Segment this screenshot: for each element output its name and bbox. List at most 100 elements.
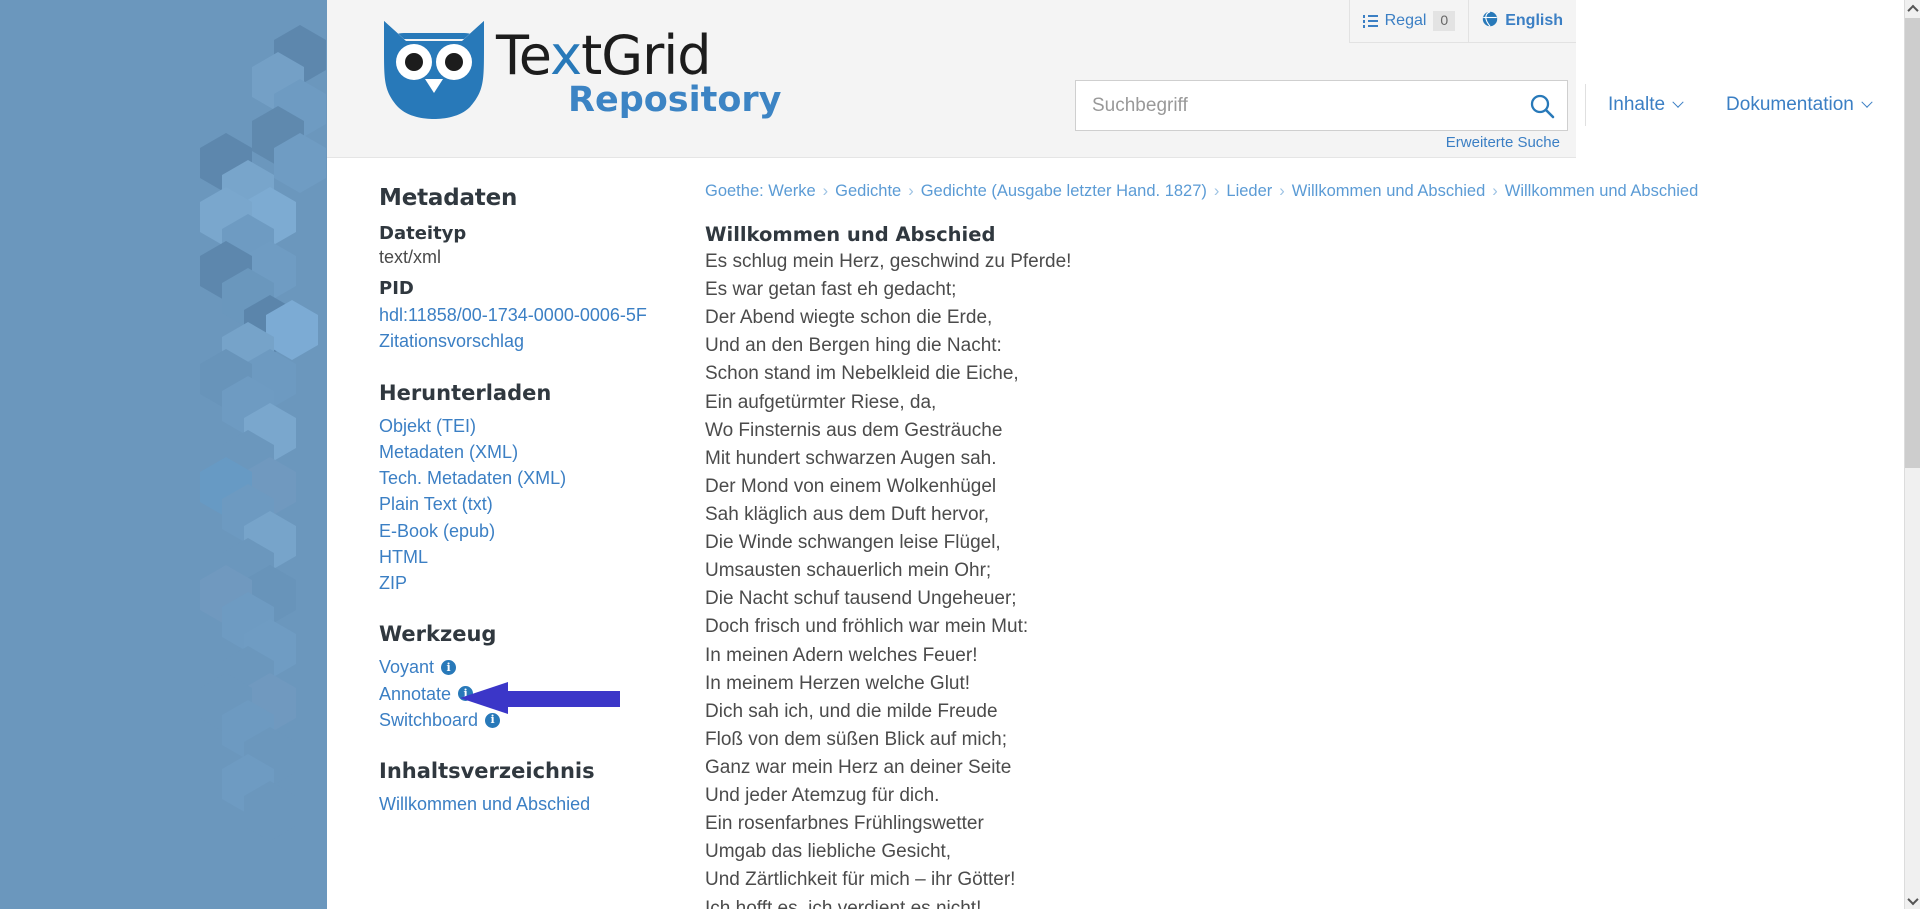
verse-line: Umgab das liebliche Gesicht, bbox=[705, 838, 1557, 866]
breadcrumb-item-5[interactable]: Willkommen und Abschied bbox=[1505, 182, 1699, 200]
verse-line: Es schlug mein Herz, geschwind zu Pferde… bbox=[705, 248, 1557, 276]
page-title: Willkommen und Abschied bbox=[705, 223, 1557, 246]
filetype-label: Dateityp bbox=[379, 223, 627, 244]
verse-line: Doch frisch und fröhlich war mein Mut: bbox=[705, 613, 1557, 641]
breadcrumb-separator: › bbox=[823, 182, 829, 200]
nav-item-inhalte-label: Inhalte bbox=[1608, 94, 1665, 116]
verse-line: Der Mond von einem Wolkenhügel bbox=[705, 473, 1557, 501]
shelf-label: Regal bbox=[1385, 12, 1427, 30]
verse-line: Und jeder Atemzug für dich. bbox=[705, 782, 1557, 810]
verse-line: Ein rosenfarbnes Frühlingswetter bbox=[705, 810, 1557, 838]
verse-line: Mit hundert schwarzen Augen sah. bbox=[705, 445, 1557, 473]
verse-line: Ich hofft es, ich verdient es nicht! bbox=[705, 895, 1557, 909]
toc-link-willkommen[interactable]: Willkommen und Abschied bbox=[379, 791, 627, 817]
download-link-tei[interactable]: Objekt (TEI) bbox=[379, 413, 627, 439]
nav-item-inhalte[interactable]: Inhalte bbox=[1585, 84, 1704, 126]
tools-section: Werkzeug Voyant i Annotate i Switchboard… bbox=[379, 622, 627, 733]
metadata-section: Metadaten Dateityp text/xml PID hdl:1185… bbox=[379, 185, 627, 355]
tool-row-switchboard: Switchboard i bbox=[379, 707, 627, 733]
owl-logo-icon bbox=[378, 17, 490, 121]
verse-line: Ein aufgetürmter Riese, da, bbox=[705, 389, 1557, 417]
logo-text-part2: tGrid bbox=[581, 24, 711, 87]
info-icon[interactable]: i bbox=[441, 660, 456, 675]
verse-line: Und an den Bergen hing die Nacht: bbox=[705, 332, 1557, 360]
search-area: Erweiterte Suche bbox=[1075, 80, 1568, 131]
pid-link[interactable]: hdl:11858/00-1734-0000-0006-5F bbox=[379, 302, 627, 328]
breadcrumb-separator: › bbox=[1214, 182, 1220, 200]
list-icon bbox=[1363, 15, 1378, 27]
hexagon-background-pattern bbox=[0, 0, 340, 909]
verse-line: Es war getan fast eh gedacht; bbox=[705, 276, 1557, 304]
download-link-zip[interactable]: ZIP bbox=[379, 570, 627, 596]
breadcrumb-separator: › bbox=[1279, 182, 1285, 200]
textgrid-logo[interactable]: TextGrid Repository bbox=[378, 17, 698, 127]
scrollbar-down-arrow[interactable] bbox=[1905, 892, 1920, 909]
verse-line: In meinen Adern welches Feuer! bbox=[705, 642, 1557, 670]
tool-row-annotate: Annotate i bbox=[379, 681, 627, 707]
verse-line: Die Nacht schuf tausend Ungeheuer; bbox=[705, 585, 1557, 613]
tool-link-annotate[interactable]: Annotate bbox=[379, 681, 451, 707]
nav-item-dokumentation-label: Dokumentation bbox=[1726, 94, 1854, 116]
tool-link-voyant[interactable]: Voyant bbox=[379, 654, 434, 680]
shelf-button[interactable]: Regal 0 bbox=[1350, 0, 1470, 42]
breadcrumb-item-3[interactable]: Lieder bbox=[1226, 182, 1272, 200]
breadcrumb-item-1[interactable]: Gedichte bbox=[835, 182, 901, 200]
verse-line: Dich sah ich, und die milde Freude bbox=[705, 698, 1557, 726]
main-navigation: Inhalte Dokumentation bbox=[1585, 80, 1893, 130]
verse-line: Schon stand im Nebelkleid die Eiche, bbox=[705, 360, 1557, 388]
tools-heading: Werkzeug bbox=[379, 622, 627, 646]
verse-line: Und Zärtlichkeit für mich – ihr Götter! bbox=[705, 866, 1557, 894]
logo-text-x: x bbox=[550, 24, 581, 87]
globe-icon bbox=[1482, 11, 1498, 32]
tool-row-voyant: Voyant i bbox=[379, 654, 627, 680]
sidebar: Metadaten Dateityp text/xml PID hdl:1185… bbox=[327, 160, 627, 843]
logo-wordmark: TextGrid bbox=[496, 29, 711, 83]
download-link-epub[interactable]: E-Book (epub) bbox=[379, 518, 627, 544]
download-link-plaintext[interactable]: Plain Text (txt) bbox=[379, 491, 627, 517]
logo-subtitle: Repository bbox=[568, 83, 781, 118]
utility-bar: Regal 0 English bbox=[1349, 0, 1576, 43]
breadcrumb-item-4[interactable]: Willkommen und Abschied bbox=[1292, 182, 1486, 200]
language-switcher[interactable]: English bbox=[1469, 0, 1576, 42]
verse-line: Ganz war mein Herz an deiner Seite bbox=[705, 754, 1557, 782]
document-body: Willkommen und Abschied Es schlug mein H… bbox=[677, 211, 1557, 909]
toc-heading: Inhaltsverzeichnis bbox=[379, 759, 627, 783]
verse-line: Der Abend wiegte schon die Erde, bbox=[705, 304, 1557, 332]
download-heading: Herunterladen bbox=[379, 381, 627, 405]
vertical-scrollbar[interactable] bbox=[1904, 0, 1920, 909]
advanced-search-link[interactable]: Erweiterte Suche bbox=[1446, 134, 1560, 151]
download-link-html[interactable]: HTML bbox=[379, 544, 627, 570]
verse-line: Sah kläglich aus dem Duft hervor, bbox=[705, 501, 1557, 529]
right-gutter bbox=[1576, 0, 1904, 909]
info-icon[interactable]: i bbox=[485, 713, 500, 728]
breadcrumb-separator: › bbox=[1492, 182, 1498, 200]
download-link-metadata[interactable]: Metadaten (XML) bbox=[379, 439, 627, 465]
nav-item-dokumentation[interactable]: Dokumentation bbox=[1704, 84, 1893, 126]
main-content: Goethe: Werke › Gedichte › Gedichte (Ausgabe… bbox=[677, 160, 1557, 909]
pid-label: PID bbox=[379, 278, 627, 299]
chevron-down-icon bbox=[1672, 97, 1683, 108]
tool-link-switchboard[interactable]: Switchboard bbox=[379, 707, 478, 733]
filetype-value: text/xml bbox=[379, 247, 627, 268]
site-header: TextGrid Repository Erweiterte Suche Inh… bbox=[327, 0, 1576, 158]
breadcrumb: Goethe: Werke › Gedichte › Gedichte (Ausgabe… bbox=[677, 160, 1557, 211]
scrollbar-thumb[interactable] bbox=[1905, 18, 1920, 468]
breadcrumb-item-2[interactable]: Gedichte (Ausgabe letzter Hand. 1827) bbox=[921, 182, 1207, 200]
info-icon[interactable]: i bbox=[458, 686, 473, 701]
breadcrumb-item-0[interactable]: Goethe: Werke bbox=[705, 182, 816, 200]
breadcrumb-separator: › bbox=[908, 182, 914, 200]
search-box bbox=[1075, 80, 1568, 131]
logo-text-part1: Te bbox=[496, 24, 550, 87]
shelf-count-badge: 0 bbox=[1433, 11, 1455, 30]
chevron-down-icon bbox=[1861, 97, 1872, 108]
search-input[interactable] bbox=[1076, 81, 1516, 130]
download-link-tech-meta[interactable]: Tech. Metadaten (XML) bbox=[379, 465, 627, 491]
scrollbar-up-arrow[interactable] bbox=[1905, 0, 1920, 17]
verse-line: Die Winde schwangen leise Flügel, bbox=[705, 529, 1557, 557]
search-icon[interactable] bbox=[1527, 92, 1557, 122]
language-label: English bbox=[1505, 12, 1563, 30]
verse-line: In meinem Herzen welche Glut! bbox=[705, 670, 1557, 698]
citation-link[interactable]: Zitationsvorschlag bbox=[379, 328, 627, 354]
page-container: TextGrid Repository Erweiterte Suche Inh… bbox=[327, 0, 1576, 909]
toc-section: Inhaltsverzeichnis Willkommen und Abschi… bbox=[379, 759, 627, 817]
